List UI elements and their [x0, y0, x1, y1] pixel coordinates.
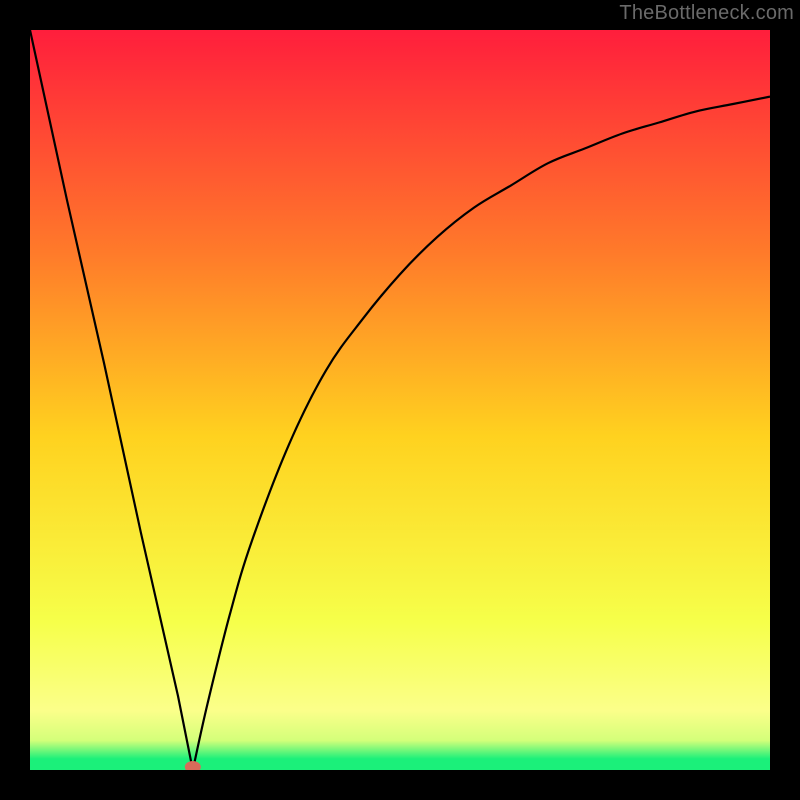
- optimal-point-marker: [185, 761, 201, 770]
- bottleneck-curve: [30, 30, 770, 770]
- curve-path: [30, 30, 770, 770]
- chart-frame: TheBottleneck.com: [0, 0, 800, 800]
- plot-area: [30, 30, 770, 770]
- watermark-text: TheBottleneck.com: [619, 2, 794, 25]
